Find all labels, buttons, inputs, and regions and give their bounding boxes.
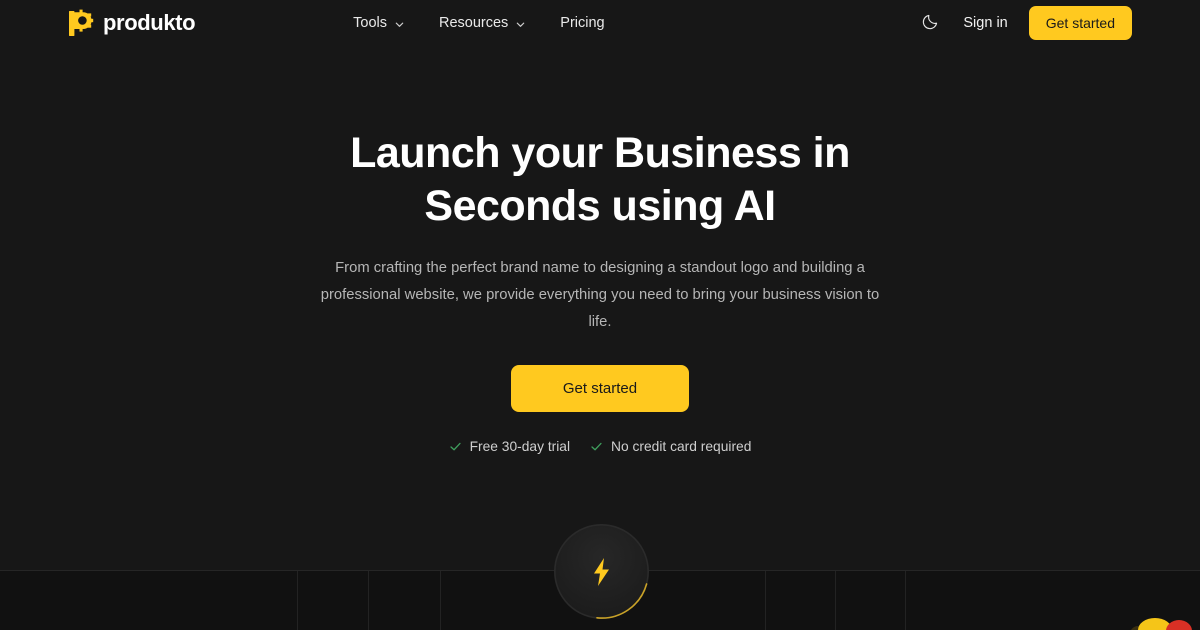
gear-p-icon (68, 9, 94, 37)
headline-line-2: Seconds using AI (424, 182, 776, 230)
grid-line (297, 571, 298, 630)
corner-blob-red (1166, 620, 1192, 630)
trust-item-free-trial: Free 30-day trial (449, 439, 570, 454)
trust-item-label: Free 30-day trial (469, 439, 571, 454)
hero-section: Launch your Business in Seconds using AI… (0, 0, 1200, 570)
nav-item-pricing[interactable]: Pricing (560, 15, 604, 31)
chevron-down-icon (394, 18, 405, 29)
main-navigation: Tools Resources Pricing (353, 15, 605, 31)
trust-indicators: Free 30-day trial No credit card require… (449, 439, 751, 454)
brand-logo[interactable]: produkto (68, 9, 196, 37)
grid-line (765, 571, 766, 630)
page-title: Launch your Business in Seconds using AI (350, 127, 850, 233)
moon-icon (922, 12, 940, 35)
grid-line (835, 571, 836, 630)
trust-item-no-credit-card: No credit card required (590, 439, 751, 454)
hero-subheadline: From crafting the perfect brand name to … (320, 260, 880, 330)
lightning-badge (554, 524, 649, 619)
nav-item-label: Pricing (560, 15, 605, 31)
site-header: produkto Tools Resources Pricing Sign in… (0, 0, 1200, 46)
check-icon (590, 440, 603, 453)
header-get-started-button[interactable]: Get started (1028, 6, 1132, 40)
headline-line-1: Launch your Business in (350, 129, 850, 177)
landing-page: Launch your Business in Seconds using AI… (0, 0, 1200, 630)
check-icon (449, 440, 462, 453)
corner-decoration (1130, 608, 1200, 630)
hero-get-started-button[interactable]: Get started (510, 365, 690, 412)
nav-item-label: Tools (353, 15, 387, 31)
lightning-bolt-icon (589, 557, 614, 587)
sign-in-link[interactable]: Sign in (963, 15, 1007, 31)
nav-item-resources[interactable]: Resources (439, 15, 526, 31)
theme-toggle-button[interactable] (920, 12, 942, 34)
nav-item-tools[interactable]: Tools (353, 15, 405, 31)
header-actions: Sign in Get started (920, 6, 1132, 40)
grid-line (440, 571, 441, 630)
grid-line (905, 571, 906, 630)
trust-item-label: No credit card required (611, 439, 752, 454)
chevron-down-icon (515, 18, 526, 29)
brand-name: produkto (103, 10, 196, 35)
nav-item-label: Resources (438, 15, 509, 31)
grid-line (368, 571, 369, 630)
